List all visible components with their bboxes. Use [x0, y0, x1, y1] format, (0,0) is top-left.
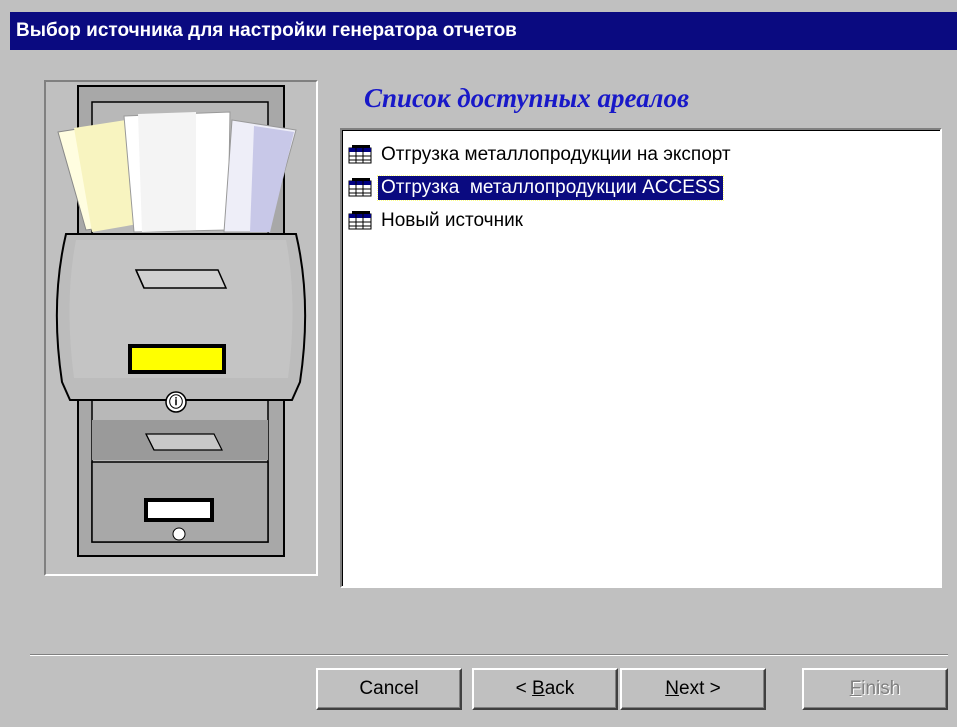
window-title: Выбор источника для настройки генератора…	[10, 12, 957, 50]
list-item[interactable]: Отгрузка металлопродукции ACCESS	[348, 171, 940, 204]
back-button[interactable]: < Back	[472, 668, 618, 710]
cancel-button-label: Cancel	[359, 678, 419, 699]
cancel-button[interactable]: Cancel	[316, 668, 462, 710]
list-item-label: Отгрузка металлопродукции на экспорт	[381, 143, 731, 165]
back-button-prefix: <	[515, 678, 533, 699]
list-item[interactable]: Отгрузка металлопродукции на экспорт	[348, 138, 940, 171]
finish-button-mnemonic: F	[849, 678, 862, 699]
next-button-rest: ext >	[679, 678, 721, 699]
table-icon	[348, 210, 374, 231]
svg-text:ⓘ: ⓘ	[169, 394, 183, 411]
back-button-mnemonic: B	[532, 678, 545, 699]
list-item-label: Новый источник	[381, 209, 523, 231]
wizard-window: Выбор источника для настройки генератора…	[0, 0, 957, 727]
table-icon	[348, 177, 374, 198]
filing-cabinet-illustration: ⓘ	[44, 80, 318, 576]
finish-button-rest: inish	[861, 678, 901, 699]
next-button-mnemonic: N	[665, 678, 679, 699]
list-item[interactable]: Новый источник	[348, 204, 940, 237]
source-listbox[interactable]: Отгрузка металлопродукции на экспорт Отгр…	[340, 128, 942, 588]
list-item-label: Отгрузка металлопродукции ACCESS	[376, 174, 725, 201]
back-button-rest: ack	[544, 678, 575, 699]
list-heading: Список доступных ареалов	[364, 83, 690, 113]
next-button[interactable]: Next >	[620, 668, 766, 710]
finish-button[interactable]: Finish	[802, 668, 948, 710]
filing-cabinet-icon: ⓘ	[55, 85, 307, 557]
button-separator	[30, 654, 948, 656]
table-icon	[348, 144, 374, 165]
